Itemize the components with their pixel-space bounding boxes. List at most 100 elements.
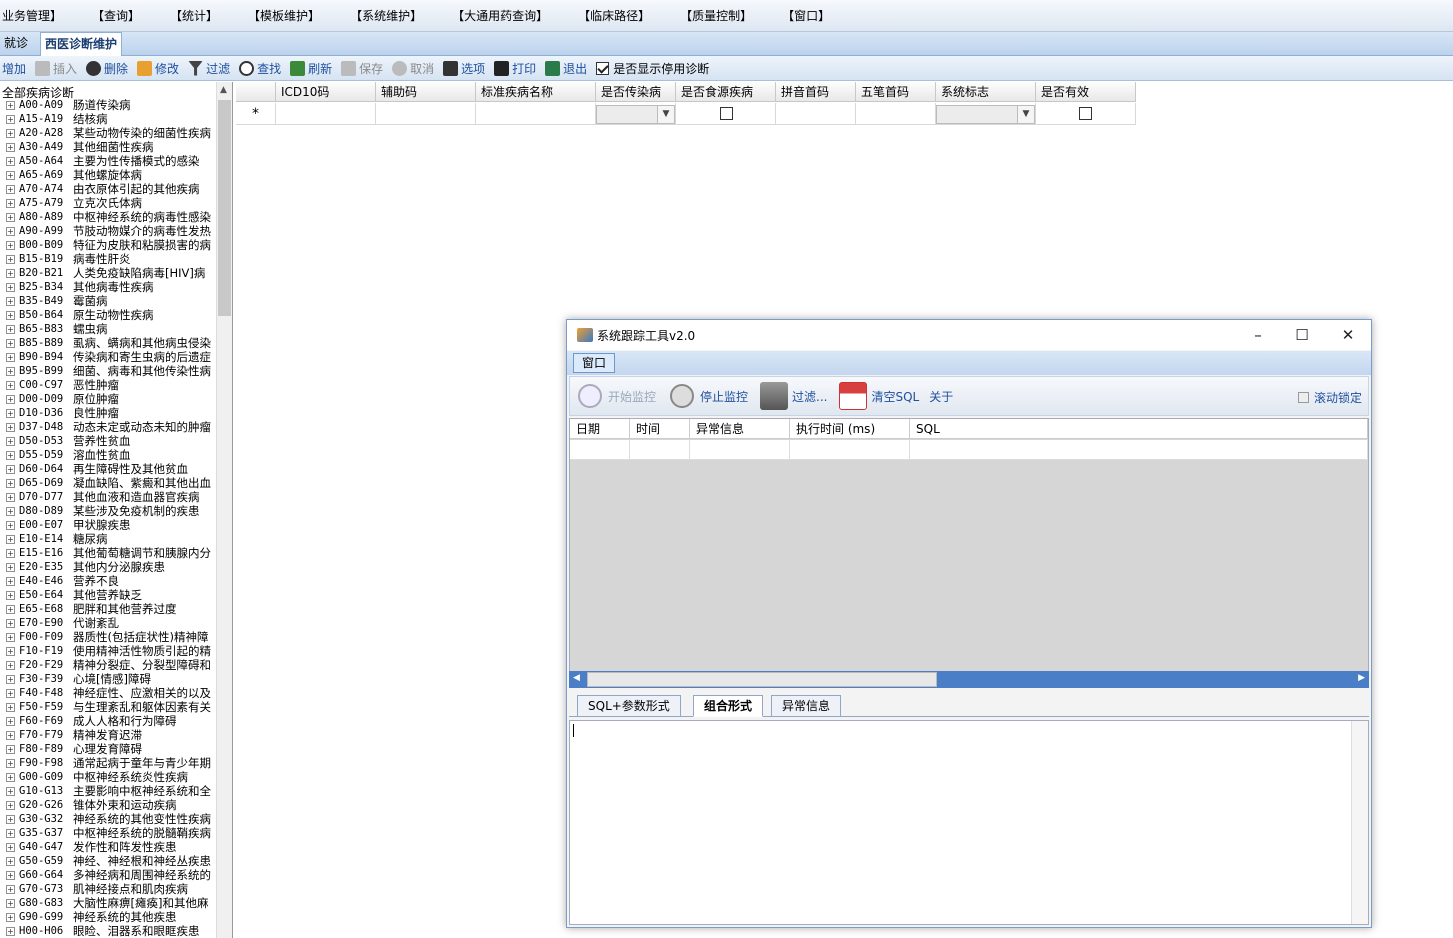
col-sql[interactable]: SQL xyxy=(910,419,1368,439)
tab-diagnosis-maintenance[interactable]: 西医诊断维护 xyxy=(40,32,123,57)
tree-node[interactable]: + A65-A69 其他螺旋体病 xyxy=(6,168,213,182)
tree-node[interactable]: + G00-G09 中枢神经系统炎性疾病 xyxy=(6,770,213,784)
expand-plus-icon[interactable]: + xyxy=(6,254,15,264)
expand-plus-icon[interactable]: + xyxy=(6,730,15,740)
sql-detail-textarea[interactable] xyxy=(569,720,1369,925)
expand-plus-icon[interactable]: + xyxy=(6,786,15,796)
expand-plus-icon[interactable]: + xyxy=(6,716,15,726)
tree-node[interactable]: + F00-F09 器质性(包括症状性)精神障 xyxy=(6,630,213,644)
tree-scroll-thumb[interactable] xyxy=(218,100,231,316)
tree-node[interactable]: + A80-A89 中枢神经系统的病毒性感染 xyxy=(6,210,213,224)
expand-plus-icon[interactable]: + xyxy=(6,142,15,152)
tree-node[interactable]: + E10-E14 糖尿病 xyxy=(6,532,213,546)
show-disabled-toggle[interactable]: 是否显示停用诊断 xyxy=(596,60,709,77)
insert-button[interactable]: 插入 xyxy=(35,60,77,77)
trace-hscrollbar[interactable]: ◀ ▶ xyxy=(569,671,1369,688)
tree-node[interactable]: + F50-F59 与生理紊乱和躯体因素有关 xyxy=(6,700,213,714)
expand-plus-icon[interactable]: + xyxy=(6,758,15,768)
tree-node[interactable]: + G20-G26 锥体外束和运动疾病 xyxy=(6,798,213,812)
show-disabled-checkbox[interactable] xyxy=(596,61,610,75)
new-row-wubi-cell[interactable] xyxy=(856,103,936,125)
expand-plus-icon[interactable]: + xyxy=(6,926,15,936)
col-pinyin[interactable]: 拼音首码 xyxy=(776,82,856,102)
tree-node[interactable]: + G10-G13 主要影响中枢神经系统和全 xyxy=(6,784,213,798)
tree-node[interactable]: + E00-E07 甲状腺疾患 xyxy=(6,518,213,532)
menu-template[interactable]: 【模板维护】 xyxy=(246,0,334,32)
tree-scrollbar[interactable]: ▲ xyxy=(216,82,232,938)
expand-plus-icon[interactable]: + xyxy=(6,604,15,614)
tree-node[interactable]: + A90-A99 节肢动物媒介的病毒性发热 xyxy=(6,224,213,238)
trace-filter-button[interactable]: 过滤... xyxy=(760,382,827,410)
tree-node[interactable]: + F40-F48 神经症性、应激相关的以及 xyxy=(6,686,213,700)
maximize-icon[interactable]: ☐ xyxy=(1287,323,1317,347)
tree-node[interactable]: + A75-A79 立克次氏体病 xyxy=(6,196,213,210)
tree-node[interactable]: + G70-G73 肌神经接点和肌肉疾病 xyxy=(6,882,213,896)
menu-window[interactable]: 【窗口】 xyxy=(780,0,844,32)
tree-node[interactable]: + F20-F29 精神分裂症、分裂型障碍和 xyxy=(6,658,213,672)
scroll-up-arrow-icon[interactable]: ▲ xyxy=(220,85,227,95)
expand-plus-icon[interactable]: + xyxy=(6,772,15,782)
tree-node[interactable]: + G40-G47 发作性和阵发性疾患 xyxy=(6,840,213,854)
expand-plus-icon[interactable]: + xyxy=(6,520,15,530)
col-icd10[interactable]: ICD10码 xyxy=(276,82,376,102)
refresh-button[interactable]: 刷新 xyxy=(290,60,332,77)
system-flag-combo[interactable]: ▼ xyxy=(936,105,1035,124)
options-button[interactable]: 选项 xyxy=(443,60,485,77)
expand-plus-icon[interactable]: + xyxy=(6,296,15,306)
expand-plus-icon[interactable]: + xyxy=(6,240,15,250)
tab-combined[interactable]: 组合形式 xyxy=(693,695,764,717)
tree-node[interactable]: + D80-D89 某些涉及免疫机制的疾患 xyxy=(6,504,213,518)
expand-plus-icon[interactable]: + xyxy=(6,548,15,558)
trace-row-cell[interactable] xyxy=(570,440,630,460)
tree-node[interactable]: + B25-B34 其他病毒性疾病 xyxy=(6,280,213,294)
expand-plus-icon[interactable]: + xyxy=(6,814,15,824)
expand-plus-icon[interactable]: + xyxy=(6,422,15,432)
expand-plus-icon[interactable]: + xyxy=(6,506,15,516)
tree-node[interactable]: + D55-D59 溶血性贫血 xyxy=(6,448,213,462)
col-aux-code[interactable]: 辅助码 xyxy=(376,82,476,102)
tree-node[interactable]: + B00-B09 特征为皮肤和粘膜损害的病 xyxy=(6,238,213,252)
menu-query[interactable]: 【查询】 xyxy=(90,0,154,32)
expand-plus-icon[interactable]: + xyxy=(6,898,15,908)
tree-node[interactable]: + F90-F98 通常起病于童年与青少年期 xyxy=(6,756,213,770)
tree-node[interactable]: + G35-G37 中枢神经系统的脱髓鞘疾病 xyxy=(6,826,213,840)
col-wubi[interactable]: 五笔首码 xyxy=(856,82,936,102)
find-button[interactable]: 查找 xyxy=(239,60,281,77)
print-button[interactable]: 打印 xyxy=(494,60,536,77)
tree-node[interactable]: + A20-A28 某些动物传染的细菌性疾病 xyxy=(6,126,213,140)
col-date[interactable]: 日期 xyxy=(570,419,630,439)
modify-button[interactable]: 修改 xyxy=(137,60,179,77)
start-monitor-button[interactable]: 开始监控 xyxy=(578,384,656,408)
tree-node[interactable]: + D00-D09 原位肿瘤 xyxy=(6,392,213,406)
expand-plus-icon[interactable]: + xyxy=(6,618,15,628)
about-button[interactable]: 关于 xyxy=(929,388,953,405)
expand-plus-icon[interactable]: + xyxy=(6,450,15,460)
tree-node[interactable]: + B95-B99 细菌、病毒和其他传染性病 xyxy=(6,364,213,378)
tab-visit[interactable]: 就诊 xyxy=(0,32,32,56)
tree-node[interactable]: + D65-D69 凝血缺陷、紫癜和其他出血 xyxy=(6,476,213,490)
col-exec-time[interactable]: 执行时间 (ms) xyxy=(790,419,910,439)
new-row-icd10-cell[interactable] xyxy=(276,103,376,125)
col-time[interactable]: 时间 xyxy=(630,419,690,439)
tree-node[interactable]: + G60-G64 多神经病和周围神经系统的 xyxy=(6,868,213,882)
tree-node[interactable]: + E40-E46 营养不良 xyxy=(6,574,213,588)
close-icon[interactable]: ✕ xyxy=(1333,323,1363,347)
menu-business[interactable]: 业务管理】 xyxy=(0,0,76,32)
tab-sql-params[interactable]: SQL+参数形式 xyxy=(577,695,681,717)
tree-node[interactable]: + A70-A74 由衣原体引起的其他疾病 xyxy=(6,182,213,196)
col-valid[interactable]: 是否有效 xyxy=(1036,82,1136,102)
col-system-flag[interactable]: 系统标志 xyxy=(936,82,1036,102)
tree-node[interactable]: + D37-D48 动态未定或动态未知的肿瘤 xyxy=(6,420,213,434)
stop-monitor-button[interactable]: 停止监控 xyxy=(670,384,748,408)
chevron-down-icon[interactable]: ▼ xyxy=(1017,106,1034,123)
tab-exception[interactable]: 异常信息 xyxy=(771,695,842,717)
expand-plus-icon[interactable]: + xyxy=(6,366,15,376)
tree-node[interactable]: + A00-A09 肠道传染病 xyxy=(6,98,213,112)
expand-plus-icon[interactable]: + xyxy=(6,562,15,572)
col-foodborne[interactable]: 是否食源疾病 xyxy=(676,82,776,102)
diagnosis-tree[interactable]: 全部疾病诊断 + A00-A09 肠道传染病 + A15-A19 结核病 + A20-A28 某… xyxy=(0,82,233,938)
expand-plus-icon[interactable]: + xyxy=(6,842,15,852)
expand-plus-icon[interactable]: + xyxy=(6,394,15,404)
clear-sql-button[interactable]: 清空SQL xyxy=(839,382,919,410)
tree-node[interactable]: + B20-B21 人类免疫缺陷病毒[HIV]病 xyxy=(6,266,213,280)
